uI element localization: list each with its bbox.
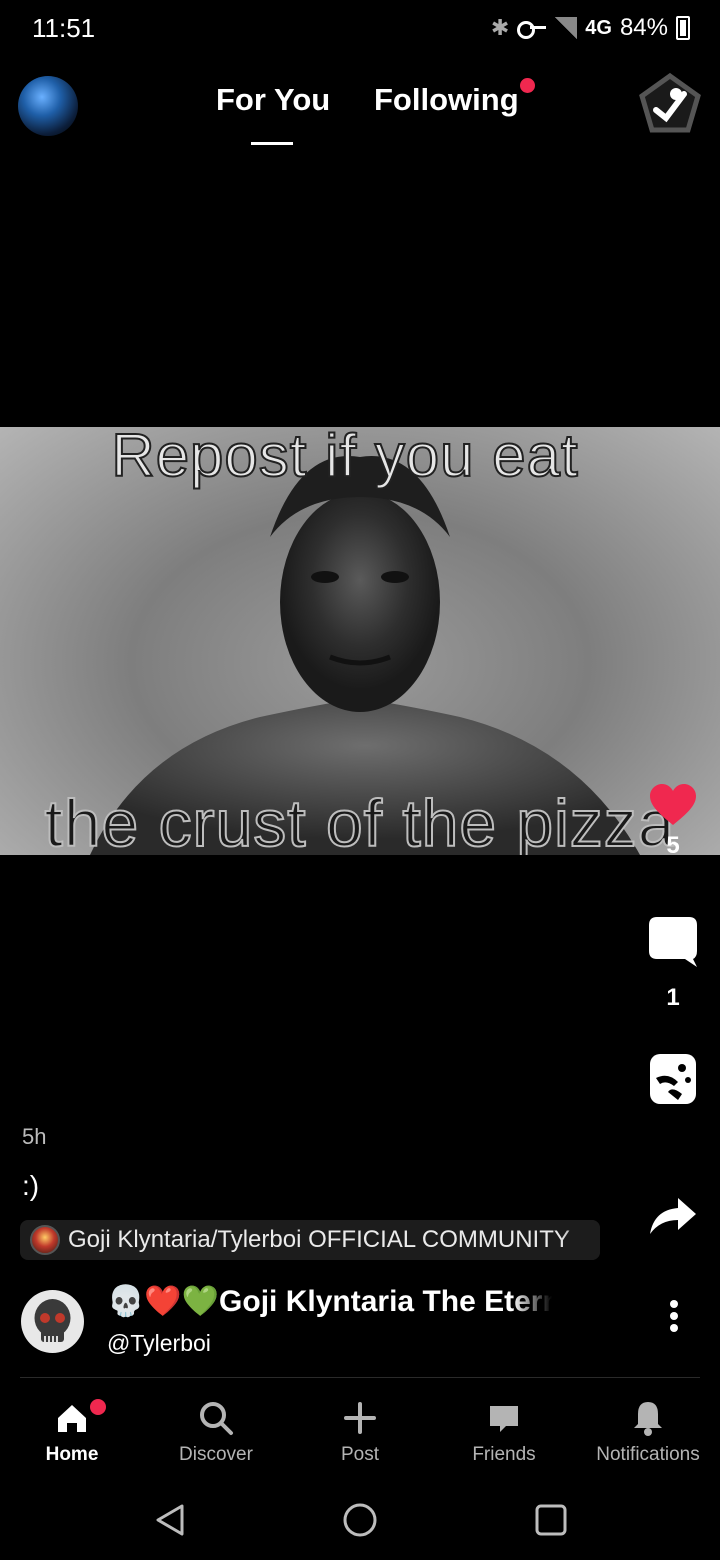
stitch-icon xyxy=(650,1054,696,1104)
author-name-container[interactable]: 💀❤️💚Goji Klyntaria The Eternal xyxy=(107,1284,552,1324)
search-icon xyxy=(196,1398,236,1438)
nav-post-label: Post xyxy=(340,1444,380,1465)
heart-icon xyxy=(650,784,696,825)
community-avatar xyxy=(30,1225,60,1255)
meme-top-text: Repost if you eat xyxy=(110,427,579,490)
skull-avatar-icon xyxy=(34,1299,71,1342)
like-button[interactable]: 5 xyxy=(637,783,709,860)
more-dot xyxy=(670,1312,678,1320)
bottom-nav: Home Discover Post Friends Notifications xyxy=(0,1392,720,1472)
community-link[interactable]: Goji Klyntaria/Tylerboi OFFICIAL COMMUNI… xyxy=(20,1220,600,1260)
profile-avatar[interactable] xyxy=(18,76,78,136)
nav-friends[interactable]: Friends xyxy=(432,1392,576,1466)
vpn-key-icon xyxy=(517,19,547,39)
more-options-button[interactable] xyxy=(664,1300,684,1336)
network-type: 4G xyxy=(585,16,612,39)
battery-icon xyxy=(676,16,690,40)
home-notification-dot xyxy=(90,1399,106,1415)
plus-icon xyxy=(340,1398,380,1438)
nav-notifications-label: Notifications xyxy=(596,1444,700,1465)
nav-discover[interactable]: Discover xyxy=(144,1392,288,1466)
signal-icon xyxy=(555,17,578,39)
tab-for-you[interactable]: For You xyxy=(216,82,330,118)
following-notification-dot xyxy=(520,78,535,93)
nav-notifications[interactable]: Notifications xyxy=(576,1392,720,1466)
community-fade xyxy=(560,1220,600,1260)
comment-count: 1 xyxy=(666,984,680,1011)
nav-discover-label: Discover xyxy=(179,1444,253,1465)
nav-post[interactable]: Post xyxy=(288,1392,432,1466)
comment-icon xyxy=(649,917,697,967)
system-nav-bar xyxy=(0,1478,720,1560)
nav-home[interactable]: Home xyxy=(0,1392,144,1466)
divider xyxy=(20,1377,700,1378)
bluetooth-icon: ✱ xyxy=(490,15,510,40)
status-icons: ✱ 4G 84% xyxy=(491,13,690,43)
author-name-fade xyxy=(512,1284,552,1324)
share-button[interactable] xyxy=(637,1196,709,1241)
stitch-button[interactable] xyxy=(637,1052,709,1111)
share-icon xyxy=(650,1198,696,1234)
battery-percent: 84% xyxy=(619,14,668,41)
tab-following[interactable]: Following xyxy=(374,82,519,118)
author-avatar[interactable] xyxy=(21,1290,84,1353)
more-dot xyxy=(670,1300,678,1308)
nav-friends-label: Friends xyxy=(472,1444,536,1465)
home-circle-icon[interactable] xyxy=(340,1500,380,1540)
bell-icon xyxy=(628,1398,668,1438)
status-time: 11:51 xyxy=(32,13,96,43)
community-name: Goji Klyntaria/Tylerboi OFFICIAL COMMUNI… xyxy=(68,1226,570,1253)
recents-icon[interactable] xyxy=(531,1500,571,1540)
chat-bubble-icon xyxy=(484,1398,524,1438)
comment-button[interactable]: 1 xyxy=(637,915,709,1012)
active-tab-indicator xyxy=(251,142,293,145)
post-media[interactable]: Repost if you eat the crust of the pizza xyxy=(0,427,720,855)
post-time: 5h xyxy=(22,1124,47,1149)
top-nav: For You Following xyxy=(0,60,720,160)
author-display-name: 💀❤️💚Goji Klyntaria The Eternal xyxy=(107,1285,552,1318)
more-dot xyxy=(670,1324,678,1332)
nav-home-label: Home xyxy=(45,1444,99,1465)
author-handle[interactable]: @Tylerboi xyxy=(107,1330,211,1357)
back-icon[interactable] xyxy=(150,1500,190,1540)
post-caption: :) xyxy=(22,1170,40,1201)
home-icon xyxy=(52,1398,92,1438)
communities-icon[interactable] xyxy=(636,70,704,138)
meme-bottom-text: the crust of the pizza xyxy=(44,785,676,855)
like-count: 5 xyxy=(666,832,680,859)
status-bar: 11:51 ✱ 4G 84% xyxy=(0,0,720,56)
